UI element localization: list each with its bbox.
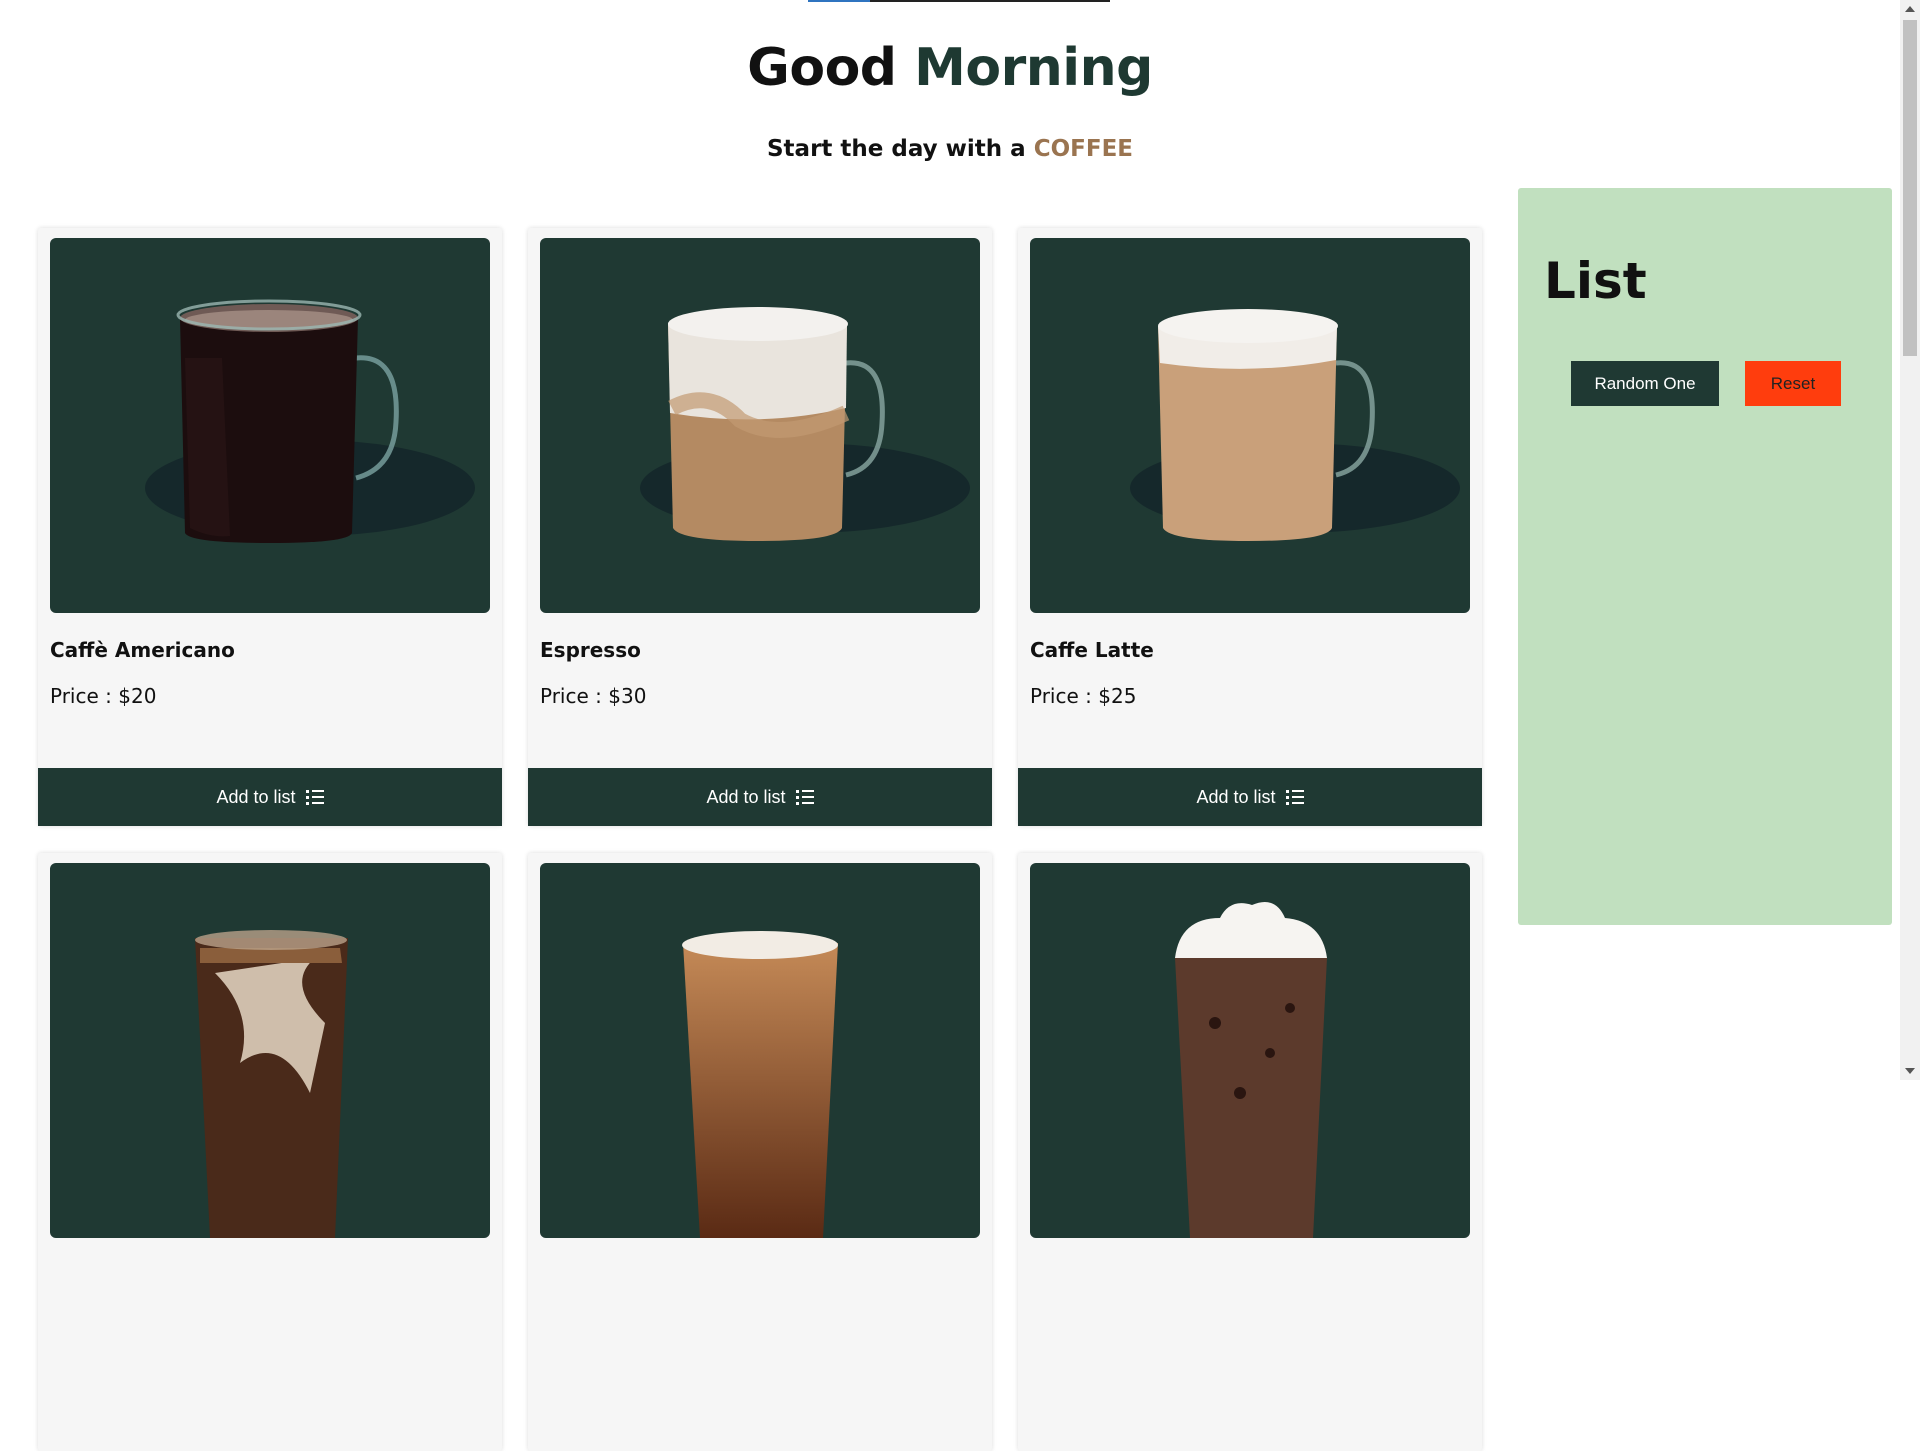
subtitle-highlight: COFFEE	[1033, 136, 1133, 162]
product-card: Espresso Price : $30 Add to list	[528, 228, 992, 826]
iced-mocha-image	[1175, 901, 1327, 1238]
favorites-list-panel: List Random One Reset	[1518, 188, 1892, 925]
add-to-list-label: Add to list	[216, 786, 296, 807]
product-image	[50, 238, 490, 613]
list-icon	[1285, 789, 1304, 805]
list-icon	[305, 789, 324, 805]
product-price: Price : $25	[1030, 684, 1137, 708]
espresso-mug-image	[640, 307, 970, 541]
product-image	[540, 863, 980, 1238]
scrollbar-thumb[interactable]	[1903, 20, 1917, 356]
page-scrollbar[interactable]	[1900, 0, 1920, 1080]
iced-coffee-image	[195, 930, 348, 1238]
top-progress-accent	[808, 0, 870, 2]
add-to-list-label: Add to list	[706, 786, 786, 807]
product-name: Caffe Latte	[1030, 638, 1154, 662]
product-image	[50, 863, 490, 1238]
cold-brew-image	[682, 931, 838, 1238]
title-word: Good	[747, 38, 897, 98]
page-subtitle: Start the day with a COFFEE	[0, 136, 1900, 162]
product-card	[1018, 853, 1482, 1451]
latte-mug-image	[1130, 309, 1460, 541]
product-price: Price : $30	[540, 684, 647, 708]
scroll-down-icon[interactable]	[1905, 1068, 1915, 1074]
product-card: Caffe Latte Price : $25 Add to list	[1018, 228, 1482, 826]
top-progress-indicator	[808, 0, 1110, 2]
title-highlight: Morning	[914, 38, 1153, 98]
add-to-list-button[interactable]: Add to list	[38, 768, 502, 826]
product-card	[38, 853, 502, 1451]
product-card: Caffè Americano Price : $20 Add to list	[38, 228, 502, 826]
random-one-button[interactable]: Random One	[1571, 361, 1719, 406]
page-title: Good Morning	[0, 38, 1900, 98]
product-image	[1030, 863, 1470, 1238]
product-name: Espresso	[540, 638, 641, 662]
reset-button[interactable]: Reset	[1745, 361, 1841, 406]
product-image	[540, 238, 980, 613]
add-to-list-label: Add to list	[1196, 786, 1276, 807]
americano-mug-image	[145, 299, 475, 543]
list-icon	[795, 789, 814, 805]
product-price: Price : $20	[50, 684, 157, 708]
product-card	[528, 853, 992, 1451]
scroll-up-icon[interactable]	[1905, 6, 1915, 12]
list-title: List	[1544, 252, 1647, 310]
add-to-list-button[interactable]: Add to list	[1018, 768, 1482, 826]
subtitle-text: Start the day with a	[766, 136, 1026, 162]
add-to-list-button[interactable]: Add to list	[528, 768, 992, 826]
product-image	[1030, 238, 1470, 613]
product-name: Caffè Americano	[50, 638, 235, 662]
